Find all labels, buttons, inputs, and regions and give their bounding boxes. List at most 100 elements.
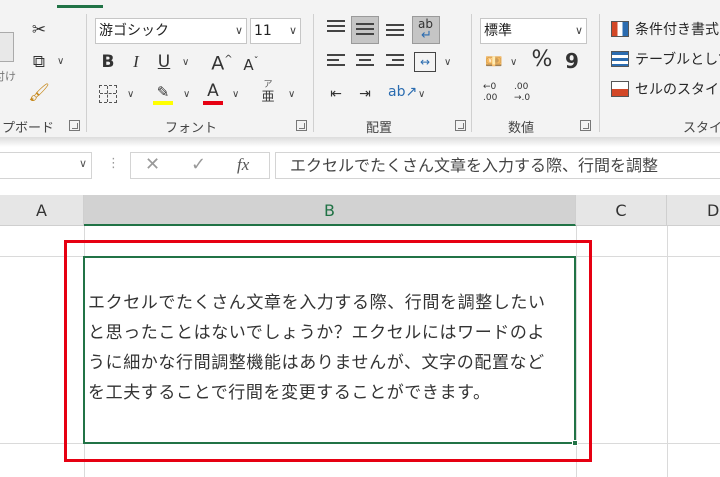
formula-buttons: ✕ ✓ fx xyxy=(130,152,270,179)
bold-button[interactable]: B xyxy=(100,52,116,72)
align-top-icon[interactable] xyxy=(327,20,345,38)
copy-icon[interactable]: ⧉ xyxy=(28,52,50,72)
ribbon: 付け ✂ ⧉ ∨ 🖌 プボード 游ゴシック ∨ 11 ∨ B I U ∨ A^ … xyxy=(0,0,720,137)
font-launcher-icon[interactable] xyxy=(296,120,307,131)
merge-center-icon[interactable]: ↔ xyxy=(414,52,436,72)
cell-styles-button[interactable]: セルのスタイル xyxy=(611,78,720,102)
cancel-icon[interactable]: ✕ xyxy=(145,154,160,175)
underline-button[interactable]: U xyxy=(156,52,172,72)
formula-bar: ∨ ⋮ ✕ ✓ fx エクセルでたくさん文章を入力する際、行間を調整 xyxy=(0,147,720,185)
orientation-dropdown-icon[interactable]: ∨ xyxy=(418,89,425,100)
separator xyxy=(471,14,472,132)
number-format-select[interactable]: 標準 ∨ xyxy=(480,18,587,44)
paste-button[interactable]: 付け xyxy=(0,20,22,100)
conditional-formatting-button[interactable]: 条件付き書式 xyxy=(611,18,720,42)
grow-font-letter: A xyxy=(211,52,225,75)
font-name-select[interactable]: 游ゴシック ∨ xyxy=(95,18,247,44)
gridline xyxy=(667,226,668,477)
phonetic-top: ア xyxy=(263,80,273,90)
highlight-color-bar xyxy=(153,101,173,105)
increase-decimal-top: ←0 xyxy=(483,82,497,92)
shrink-font-letter: A xyxy=(243,56,254,74)
decrease-decimal-bottom: →.0 xyxy=(514,93,531,103)
clipboard-launcher-icon[interactable] xyxy=(69,120,80,131)
highlight-dropdown-icon[interactable]: ∨ xyxy=(183,89,190,100)
styles-group-label: スタイル xyxy=(683,121,720,136)
chevron-down-icon: ∨ xyxy=(574,24,583,37)
font-size-select[interactable]: 11 ∨ xyxy=(250,18,301,44)
font-color-bar xyxy=(203,101,223,105)
percent-button[interactable]: % xyxy=(530,49,554,71)
column-header-d[interactable]: D xyxy=(667,195,720,226)
align-bottom-icon[interactable] xyxy=(386,24,404,42)
clipboard-group-label: プボード xyxy=(2,121,55,136)
number-launcher-icon[interactable] xyxy=(580,120,591,131)
ribbon-shadow xyxy=(0,137,720,147)
vertical-dots-icon: ⋮ xyxy=(107,156,120,171)
font-color-dropdown-icon[interactable]: ∨ xyxy=(232,89,239,100)
insert-function-button[interactable]: fx xyxy=(237,155,249,175)
grow-font-button[interactable]: A^ xyxy=(210,50,234,73)
decrease-decimal-top: .00 xyxy=(514,82,529,92)
italic-button[interactable]: I xyxy=(128,52,144,72)
name-box[interactable]: ∨ xyxy=(0,152,92,179)
cut-icon[interactable]: ✂ xyxy=(28,20,50,40)
align-right-icon[interactable] xyxy=(386,54,404,72)
enter-icon[interactable]: ✓ xyxy=(191,154,206,175)
highlight-color-button[interactable]: ✎ xyxy=(152,82,174,106)
column-header-a[interactable]: A xyxy=(0,195,84,226)
separator xyxy=(86,14,87,132)
merge-dropdown-icon[interactable]: ∨ xyxy=(444,57,451,68)
chevron-down-icon: ∨ xyxy=(234,24,243,37)
active-tab-indicator xyxy=(57,5,103,8)
highlighter-icon: ✎ xyxy=(156,83,170,101)
accounting-format-icon[interactable]: 💴 xyxy=(483,52,505,72)
paste-icon xyxy=(0,32,14,62)
align-middle-icon[interactable] xyxy=(351,16,379,44)
format-painter-icon[interactable]: 🖌 xyxy=(28,83,50,103)
align-left-icon[interactable] xyxy=(327,54,345,72)
format-as-table-button[interactable]: テーブルとして書 xyxy=(611,48,720,72)
increase-decimal-bottom: .00 xyxy=(483,93,498,103)
accounting-dropdown-icon[interactable]: ∨ xyxy=(510,57,517,68)
font-color-letter: A xyxy=(207,81,219,101)
number-group-label: 数値 xyxy=(508,121,535,136)
column-header-b[interactable]: B xyxy=(84,195,576,226)
column-header-c[interactable]: C xyxy=(576,195,667,226)
comma-style-button[interactable]: 9 xyxy=(563,51,581,71)
underline-dropdown-icon[interactable]: ∨ xyxy=(182,57,189,68)
increase-indent-icon[interactable]: ⇥ xyxy=(354,84,376,104)
formula-input[interactable]: エクセルでたくさん文章を入力する際、行間を調整 xyxy=(275,152,720,179)
cell-styles-icon xyxy=(611,81,629,97)
font-size-value: 11 xyxy=(254,23,272,39)
align-center-icon[interactable] xyxy=(356,54,374,72)
phonetic-dropdown-icon[interactable]: ∨ xyxy=(288,89,295,100)
wrap-arrow-icon: ↵ xyxy=(421,28,432,43)
conditional-formatting-label: 条件付き書式 xyxy=(635,22,719,38)
decrease-decimal-button[interactable]: .00 →.0 xyxy=(514,82,540,108)
alignment-group-label: 配置 xyxy=(366,121,393,136)
borders-dropdown-icon[interactable]: ∨ xyxy=(127,89,134,100)
separator xyxy=(313,14,314,132)
cell-styles-label: セルのスタイル xyxy=(635,82,720,98)
wrap-text-button[interactable]: ab ↵ xyxy=(412,16,440,44)
shrink-font-button[interactable]: Aˇ xyxy=(240,52,262,75)
conditional-formatting-icon xyxy=(611,21,629,37)
paste-label: 付け xyxy=(0,70,16,83)
format-as-table-icon xyxy=(611,51,629,67)
alignment-launcher-icon[interactable] xyxy=(455,120,466,131)
highlight-annotation-box xyxy=(64,240,592,462)
font-group-label: フォント xyxy=(165,121,218,136)
decrease-indent-icon[interactable]: ⇤ xyxy=(325,84,347,104)
orientation-icon[interactable]: ab↗ xyxy=(388,82,417,102)
chevron-down-icon: ∨ xyxy=(288,24,297,37)
borders-icon[interactable] xyxy=(99,85,117,103)
copy-dropdown-icon[interactable]: ∨ xyxy=(57,56,64,67)
increase-decimal-button[interactable]: ←0 .00 xyxy=(483,82,509,108)
separator xyxy=(599,14,600,132)
font-name-value: 游ゴシック xyxy=(99,23,169,39)
font-color-button[interactable]: A xyxy=(202,81,224,106)
format-as-table-label: テーブルとして書 xyxy=(635,52,720,68)
number-format-value: 標準 xyxy=(484,23,512,39)
phonetic-button[interactable]: ア 亜 xyxy=(260,80,276,108)
